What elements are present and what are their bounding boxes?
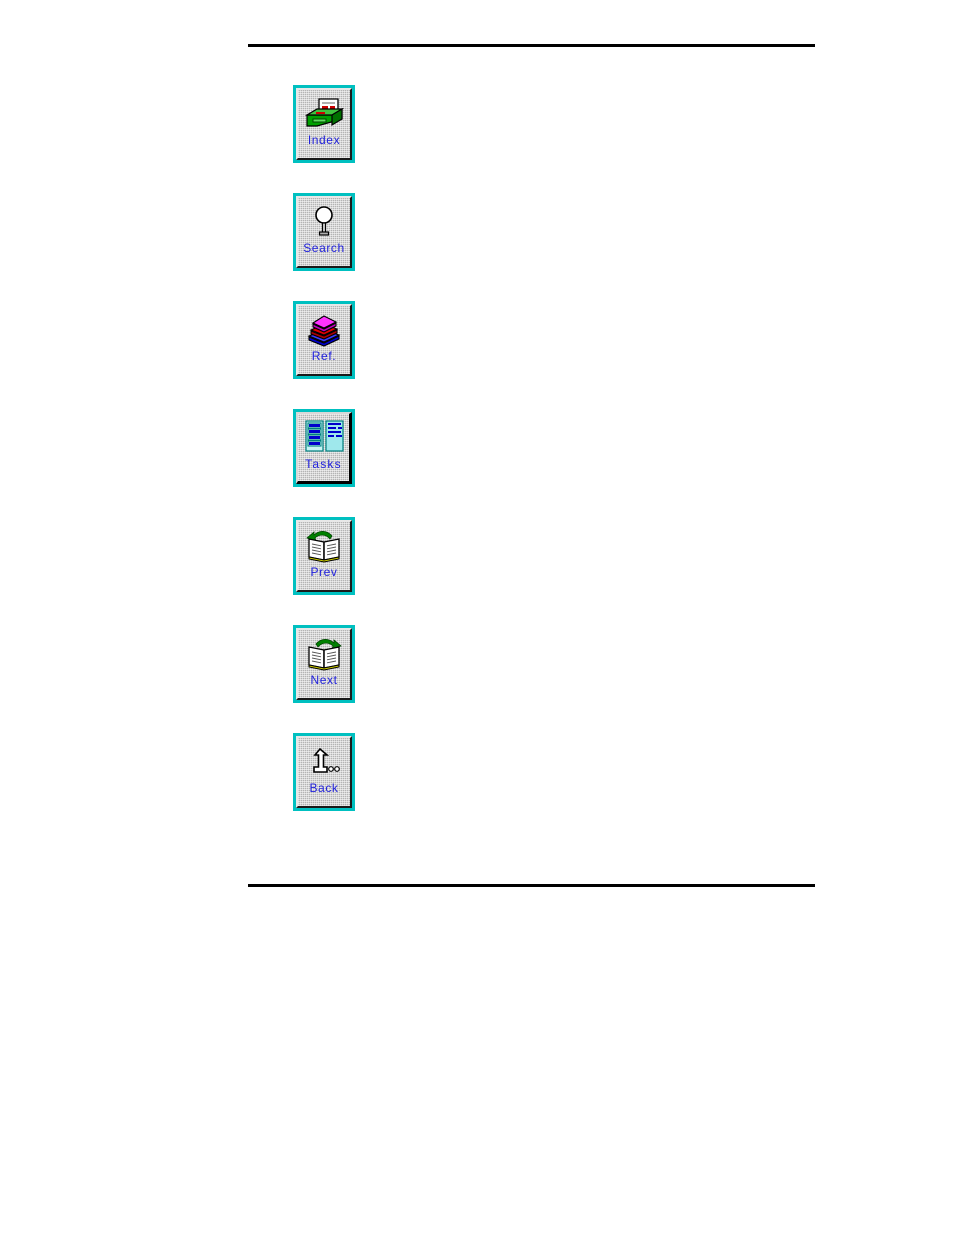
curved-up-arrow-icon	[302, 743, 346, 781]
index-button-label: Index	[307, 133, 341, 147]
button-bevel: Next	[296, 628, 352, 700]
back-button[interactable]: Back	[293, 733, 355, 811]
card-file-index-icon	[302, 95, 346, 133]
reference-button[interactable]: Ref.	[293, 301, 355, 379]
search-button-label: Search	[303, 241, 345, 255]
back-button-label: Back	[309, 781, 339, 795]
next-button[interactable]: Next	[293, 625, 355, 703]
button-bevel: Index	[296, 88, 352, 160]
search-button[interactable]: Search	[293, 193, 355, 271]
button-bevel: Search	[296, 196, 352, 268]
help-toolbar: Index Search Ref. Tasks Prev Next Back	[293, 85, 383, 841]
prev-button-label: Prev	[310, 565, 338, 579]
button-bevel: Tasks	[296, 412, 352, 484]
button-bevel: Prev	[296, 520, 352, 592]
open-book-right-arrow-icon	[302, 635, 346, 673]
bottom-rule	[248, 884, 815, 887]
checklist-document-icon	[302, 419, 346, 457]
tasks-button[interactable]: Tasks	[293, 409, 355, 487]
open-book-left-arrow-icon	[302, 527, 346, 565]
document-page: Index Search Ref. Tasks Prev Next Back	[0, 0, 954, 1235]
tasks-button-label: Tasks	[305, 457, 342, 471]
top-rule	[248, 44, 815, 47]
stacked-books-icon	[302, 311, 346, 349]
prev-button[interactable]: Prev	[293, 517, 355, 595]
magnifying-glass-icon	[302, 203, 346, 241]
next-button-label: Next	[310, 673, 338, 687]
button-bevel: Back	[296, 736, 352, 808]
reference-button-label: Ref.	[311, 349, 337, 363]
index-button[interactable]: Index	[293, 85, 355, 163]
button-bevel: Ref.	[296, 304, 352, 376]
